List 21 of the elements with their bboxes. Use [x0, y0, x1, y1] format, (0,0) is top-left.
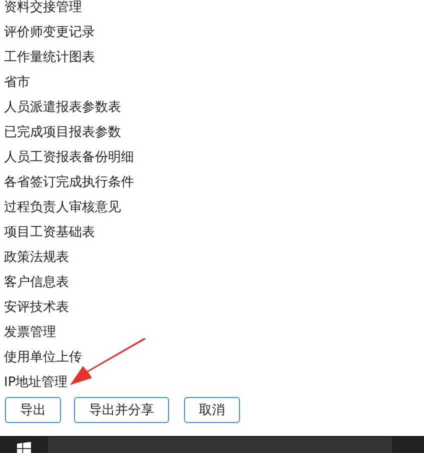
list-item[interactable]: 政策法规表 [4, 250, 69, 266]
windows-icon [17, 442, 31, 453]
start-button[interactable] [0, 437, 48, 453]
list-item[interactable]: 评价师变更记录 [4, 24, 95, 40]
list-item[interactable]: 省市 [4, 74, 30, 90]
tray-area [392, 437, 424, 453]
list-item[interactable]: 人员派遣报表参数表 [4, 100, 121, 116]
list-item[interactable]: 工作量统计图表 [4, 50, 95, 66]
dialog-button[interactable]: 导出 [5, 397, 61, 423]
list-item[interactable]: 人员工资报表备份明细 [4, 150, 134, 166]
list-item[interactable]: 过程负责人审核意见 [4, 200, 121, 216]
list-item[interactable]: 已完成项目报表参数 [4, 124, 121, 140]
list-item[interactable]: 安评技术表 [4, 300, 69, 316]
list-item[interactable]: 发票管理 [4, 324, 56, 340]
dialog-button[interactable]: 导出并分享 [74, 397, 169, 423]
list-item[interactable]: 客户信息表 [4, 274, 69, 290]
list-item[interactable]: IP地址管理 [4, 374, 68, 390]
list-item[interactable]: 各省签订完成执行条件 [4, 174, 134, 190]
list-item[interactable]: 使用单位上传 [4, 350, 82, 366]
dialog-button[interactable]: 取消 [184, 397, 240, 423]
list-item[interactable]: 项目工资基础表 [4, 224, 95, 240]
